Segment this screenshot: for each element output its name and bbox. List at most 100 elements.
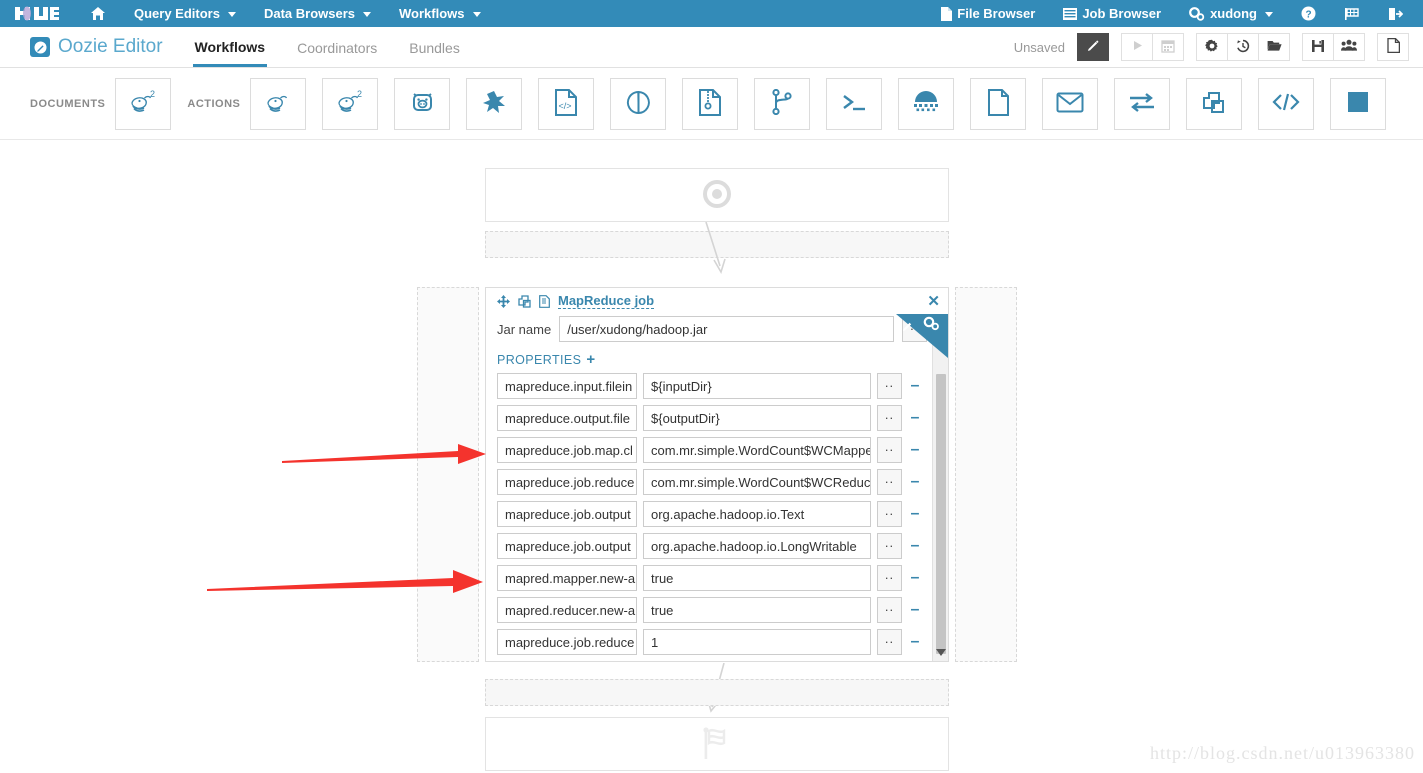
nav-query-editors[interactable]: Query Editors	[120, 0, 250, 27]
close-icon[interactable]: ✕	[927, 294, 940, 309]
property-value-input[interactable]: org.apache.hadoop.io.LongWritable	[643, 533, 871, 559]
tab-coordinators[interactable]: Coordinators	[295, 29, 379, 65]
share-button[interactable]	[1333, 33, 1365, 61]
property-name-input[interactable]: mapreduce.output.file	[497, 405, 637, 431]
remove-property-button[interactable]: –	[908, 602, 922, 618]
java-action[interactable]: </>	[538, 77, 595, 130]
property-value-input[interactable]: 1	[643, 629, 871, 655]
remove-property-button[interactable]: –	[908, 442, 922, 458]
property-name-input[interactable]: mapreduce.job.reduce	[497, 469, 637, 495]
svg-text:?: ?	[1305, 9, 1311, 20]
hive-action[interactable]	[250, 77, 307, 130]
fork-action[interactable]	[754, 77, 811, 130]
mapreduce-node-title[interactable]: MapReduce job	[558, 293, 655, 309]
property-browse-button[interactable]: ..	[877, 501, 902, 527]
remove-property-button[interactable]: –	[908, 634, 922, 650]
remove-property-button[interactable]: –	[908, 538, 922, 554]
move-icon[interactable]	[497, 294, 510, 308]
nav-user-menu[interactable]: xudong	[1175, 0, 1287, 27]
property-name-input[interactable]: mapreduce.job.output	[497, 501, 637, 527]
history-button[interactable]	[1227, 33, 1259, 61]
nav-flag[interactable]	[1330, 0, 1374, 27]
tab-bundles[interactable]: Bundles	[407, 29, 462, 65]
scroll-down-icon[interactable]	[933, 645, 949, 659]
remove-property-button[interactable]: –	[908, 410, 922, 426]
nav-job-browser[interactable]: Job Browser	[1049, 0, 1175, 27]
fs-action[interactable]	[970, 77, 1027, 130]
save-button[interactable]	[1302, 33, 1334, 61]
property-value-input[interactable]: ${inputDir}	[643, 373, 871, 399]
property-browse-button[interactable]: ..	[877, 469, 902, 495]
pencil-icon[interactable]	[902, 320, 914, 335]
property-value-input[interactable]: true	[643, 597, 871, 623]
shell-action[interactable]	[826, 77, 883, 130]
start-node[interactable]	[485, 168, 949, 222]
property-value-input[interactable]: com.mr.simple.WordCount$WCMappe	[643, 437, 871, 463]
property-value-input[interactable]: org.apache.hadoop.io.Text	[643, 501, 871, 527]
mapreduce-action[interactable]	[898, 77, 955, 130]
property-browse-button[interactable]: ..	[877, 373, 902, 399]
property-name-input[interactable]: mapred.reducer.new-a	[497, 597, 637, 623]
spark-action[interactable]	[466, 77, 523, 130]
dropzone-right[interactable]	[955, 287, 1017, 662]
dropzone-left[interactable]	[417, 287, 479, 662]
property-name-input[interactable]: mapreduce.job.map.cl	[497, 437, 637, 463]
kill-action[interactable]	[1330, 77, 1387, 130]
property-value-input[interactable]: com.mr.simple.WordCount$WCReduce	[643, 469, 871, 495]
subworkflow-action[interactable]	[1186, 77, 1243, 130]
gears-icon[interactable]	[923, 316, 940, 334]
property-name-input[interactable]: mapreduce.job.output	[497, 533, 637, 559]
hue-logo[interactable]	[0, 5, 76, 22]
mapreduce-job-node[interactable]: MapReduce job ✕ Jar name /user/xudong/ha…	[485, 287, 949, 662]
sqoop-action[interactable]	[610, 77, 667, 130]
remove-property-button[interactable]: –	[908, 506, 922, 522]
generic-action[interactable]	[1258, 77, 1315, 130]
flag-icon	[1344, 7, 1360, 21]
pig-action[interactable]	[394, 77, 451, 130]
dropzone-bottom[interactable]	[485, 679, 949, 706]
property-browse-button[interactable]: ..	[877, 629, 902, 655]
property-browse-button[interactable]: ..	[877, 533, 902, 559]
property-browse-button[interactable]: ..	[877, 597, 902, 623]
remove-property-button[interactable]: –	[908, 570, 922, 586]
property-browse-button[interactable]: ..	[877, 405, 902, 431]
add-property-button[interactable]: +	[586, 352, 595, 367]
remove-property-button[interactable]: –	[908, 378, 922, 394]
properties-section-label: PROPERTIES +	[486, 344, 948, 373]
nav-home[interactable]	[76, 0, 120, 27]
copy-icon[interactable]	[518, 294, 531, 308]
property-browse-button[interactable]: ..	[877, 437, 902, 463]
property-name-input[interactable]: mapreduce.input.filein	[497, 373, 637, 399]
nav-logout[interactable]	[1374, 0, 1417, 27]
edit-button[interactable]	[1077, 33, 1109, 61]
run-button[interactable]	[1121, 33, 1153, 61]
property-name-input[interactable]: mapreduce.job.reduce	[497, 629, 637, 655]
new-button[interactable]	[1377, 33, 1409, 61]
nav-help[interactable]: ?	[1287, 0, 1330, 27]
tab-workflows[interactable]: Workflows	[192, 28, 268, 67]
property-value-input[interactable]: ${outputDir}	[643, 405, 871, 431]
list-icon	[1063, 7, 1078, 20]
hive2-action[interactable]: 2	[322, 77, 379, 130]
properties-scrollbar[interactable]	[932, 314, 948, 661]
email-action[interactable]	[1042, 77, 1099, 130]
property-name-input[interactable]: mapred.mapper.new-a	[497, 565, 637, 591]
gear-icon	[1205, 39, 1219, 56]
settings-button[interactable]	[1196, 33, 1228, 61]
distcp-action[interactable]	[682, 77, 739, 130]
scrollbar-thumb[interactable]	[936, 374, 946, 654]
open-button[interactable]	[1258, 33, 1290, 61]
jar-name-input[interactable]: /user/xudong/hadoop.jar	[559, 316, 895, 342]
nav-data-browsers[interactable]: Data Browsers	[250, 0, 385, 27]
document-icon[interactable]	[539, 294, 550, 308]
remove-property-button[interactable]: –	[908, 474, 922, 490]
property-value-input[interactable]: true	[643, 565, 871, 591]
streaming-action[interactable]	[1114, 77, 1171, 130]
hive2-document-action[interactable]: 2	[115, 77, 172, 130]
dropzone-top[interactable]	[485, 231, 949, 258]
schedule-button[interactable]	[1152, 33, 1184, 61]
property-browse-button[interactable]: ..	[877, 565, 902, 591]
nav-workflows[interactable]: Workflows	[385, 0, 495, 27]
end-node[interactable]	[485, 717, 949, 771]
nav-file-browser[interactable]: File Browser	[926, 0, 1049, 27]
